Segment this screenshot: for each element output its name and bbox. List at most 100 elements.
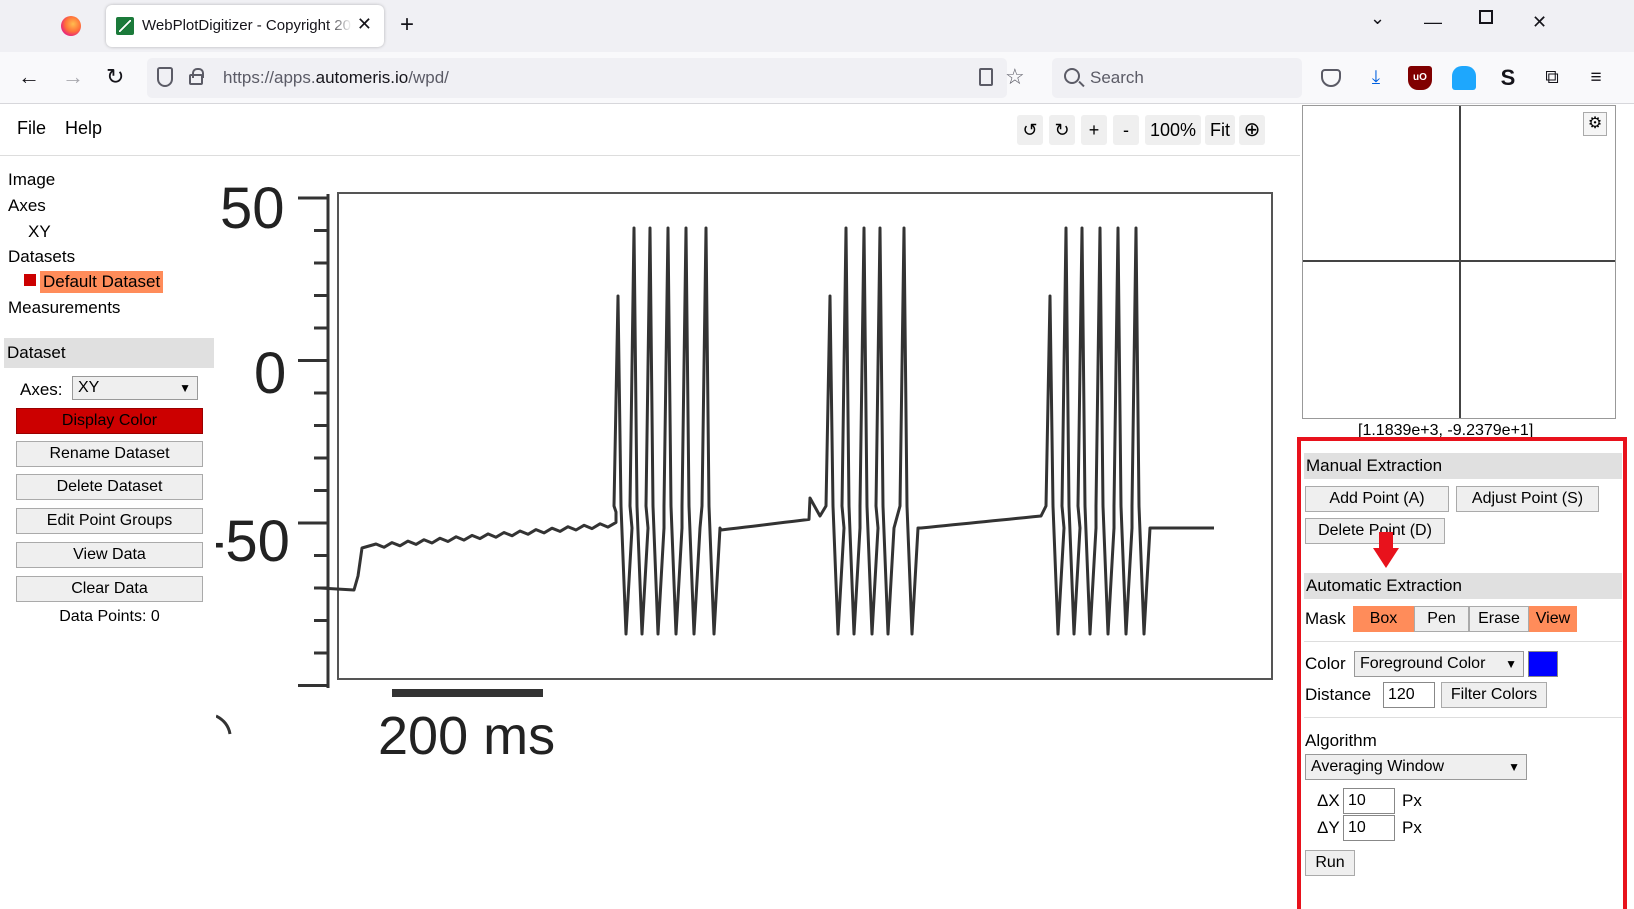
search-placeholder: Search bbox=[1090, 68, 1144, 87]
rotate-right-icon[interactable]: ↻ bbox=[1049, 115, 1075, 145]
zoom-level[interactable]: 100% bbox=[1145, 115, 1201, 145]
tracking-protection-shield-icon[interactable] bbox=[157, 67, 173, 87]
rotate-left-icon[interactable]: ↺ bbox=[1017, 115, 1043, 145]
reload-icon[interactable]: ↻ bbox=[106, 65, 124, 89]
dy-label: ΔY bbox=[1317, 818, 1340, 837]
digitized-plot-image[interactable]: 50 0 -50 200 ms bbox=[216, 156, 1294, 876]
algorithm-value: Averaging Window bbox=[1311, 758, 1445, 775]
divider bbox=[1304, 717, 1622, 718]
display-color-button[interactable]: Display Color bbox=[16, 408, 203, 434]
url-domain: automeris.io bbox=[315, 68, 409, 87]
divider bbox=[1304, 641, 1622, 642]
hamburger-menu-icon[interactable]: ≡ bbox=[1584, 66, 1608, 90]
dx-unit: Px bbox=[1402, 791, 1422, 810]
dataset-panel-header: Dataset bbox=[4, 338, 214, 368]
tab-close-icon[interactable]: ✕ bbox=[357, 14, 372, 35]
browser-tab-strip: WebPlotDigitizer - Copyright 2022 Ankit … bbox=[0, 0, 1634, 52]
url-text[interactable]: https://apps.automeris.io/wpd/ bbox=[223, 68, 449, 88]
chevron-down-icon: ▼ bbox=[1508, 760, 1520, 774]
dx-input[interactable]: 10 bbox=[1343, 788, 1395, 814]
minimize-window-icon[interactable]: — bbox=[1424, 12, 1442, 33]
run-button[interactable]: Run bbox=[1305, 850, 1355, 876]
axes-select[interactable]: XY ▼ bbox=[72, 376, 198, 400]
url-prefix: https://apps. bbox=[223, 68, 316, 87]
tree-item-measurements[interactable]: Measurements bbox=[8, 297, 120, 319]
close-window-icon[interactable]: ✕ bbox=[1532, 12, 1547, 33]
browser-tab-active[interactable]: WebPlotDigitizer - Copyright 2022 Ankit … bbox=[106, 5, 384, 47]
filter-colors-button[interactable]: Filter Colors bbox=[1441, 682, 1547, 708]
downloads-icon[interactable]: ⤓ bbox=[1364, 66, 1388, 90]
wpd-favicon-icon bbox=[116, 17, 134, 35]
color-picker-swatch[interactable] bbox=[1528, 651, 1558, 677]
crosshair-icon[interactable]: ⊕ bbox=[1239, 115, 1265, 145]
mask-erase-button[interactable]: Erase bbox=[1469, 606, 1529, 632]
data-points-count: Data Points: 0 bbox=[59, 608, 160, 625]
clear-data-button[interactable]: Clear Data bbox=[16, 576, 203, 602]
adjust-point-button[interactable]: Adjust Point (S) bbox=[1456, 486, 1599, 512]
app-menu-bar: File Help ↺ ↻ + - 100% Fit ⊕ bbox=[0, 104, 1300, 156]
automatic-extraction-header: Automatic Extraction bbox=[1304, 573, 1622, 599]
ghostery-icon[interactable] bbox=[1452, 66, 1476, 90]
dataset-color-swatch bbox=[24, 274, 36, 286]
magnifier-view: ⚙ bbox=[1302, 105, 1616, 419]
view-data-button[interactable]: View Data bbox=[16, 542, 203, 568]
tree-item-default-dataset[interactable]: Default Dataset bbox=[40, 271, 164, 293]
mask-label: Mask bbox=[1305, 609, 1346, 628]
s-extension-icon[interactable]: S bbox=[1496, 66, 1520, 90]
magnifier-crosshair-v bbox=[1459, 106, 1461, 418]
wpd-app: File Help ↺ ↻ + - 100% Fit ⊕ Image Axes … bbox=[0, 104, 1634, 909]
tree-item-xy[interactable]: XY bbox=[28, 221, 51, 243]
search-icon bbox=[1064, 68, 1080, 84]
search-bar[interactable]: Search bbox=[1052, 58, 1302, 98]
mask-pen-button[interactable]: Pen bbox=[1414, 606, 1469, 632]
url-bar[interactable]: https://apps.automeris.io/wpd/ ☆ bbox=[147, 58, 1025, 98]
tree-item-axes[interactable]: Axes bbox=[8, 195, 46, 217]
plot-axis-y bbox=[298, 194, 330, 688]
new-tab-button[interactable]: + bbox=[400, 11, 414, 39]
y-tick-label-0: 0 bbox=[254, 341, 286, 406]
axes-label: Axes: bbox=[20, 380, 63, 399]
mask-view-button[interactable]: View bbox=[1529, 606, 1577, 632]
chevron-down-icon: ▼ bbox=[179, 381, 191, 395]
zoom-in-button[interactable]: + bbox=[1081, 115, 1107, 145]
plot-canvas[interactable]: 50 0 -50 200 ms bbox=[216, 156, 1294, 876]
color-label: Color bbox=[1305, 654, 1346, 673]
back-arrow-icon[interactable]: ← bbox=[18, 65, 40, 89]
file-menu[interactable]: File bbox=[17, 118, 46, 139]
settings-gear-icon[interactable]: ⚙ bbox=[1583, 112, 1607, 136]
firefox-logo-icon[interactable] bbox=[61, 16, 81, 36]
reader-view-icon[interactable] bbox=[979, 68, 993, 86]
dx-label: ΔX bbox=[1317, 791, 1340, 810]
tab-title: WebPlotDigitizer - Copyright 2022 Ankit … bbox=[142, 17, 352, 34]
bookmark-star-icon[interactable]: ☆ bbox=[1005, 64, 1025, 90]
pocket-icon[interactable] bbox=[1321, 69, 1341, 87]
fit-button[interactable]: Fit bbox=[1205, 115, 1235, 145]
algorithm-select[interactable]: Averaging Window ▼ bbox=[1305, 754, 1527, 780]
tree-item-datasets[interactable]: Datasets bbox=[8, 246, 75, 268]
mask-box-button[interactable]: Box bbox=[1353, 606, 1414, 632]
maximize-window-icon[interactable] bbox=[1479, 10, 1493, 24]
tree-item-image[interactable]: Image bbox=[8, 169, 55, 191]
scale-bar-label: 200 ms bbox=[378, 706, 555, 766]
voltage-trace bbox=[319, 226, 1214, 636]
color-mode-select[interactable]: Foreground Color ▼ bbox=[1354, 651, 1524, 677]
chevron-down-icon: ▼ bbox=[1505, 657, 1517, 671]
rename-dataset-button[interactable]: Rename Dataset bbox=[16, 441, 203, 467]
edit-point-groups-button[interactable]: Edit Point Groups bbox=[16, 508, 203, 534]
distance-input[interactable]: 120 bbox=[1383, 682, 1435, 708]
help-menu[interactable]: Help bbox=[65, 118, 102, 139]
axes-select-value: XY bbox=[78, 379, 100, 396]
ublock-origin-icon[interactable]: uO bbox=[1408, 66, 1432, 90]
add-point-button[interactable]: Add Point (A) bbox=[1305, 486, 1449, 512]
delete-dataset-button[interactable]: Delete Dataset bbox=[16, 474, 203, 500]
zoom-out-button[interactable]: - bbox=[1113, 115, 1139, 145]
dy-input[interactable]: 10 bbox=[1343, 815, 1395, 841]
extensions-puzzle-icon[interactable]: ⧉ bbox=[1540, 66, 1564, 90]
forward-arrow-icon[interactable]: → bbox=[62, 65, 84, 89]
lock-icon[interactable] bbox=[189, 68, 204, 85]
image-edge-fragment bbox=[216, 714, 232, 735]
list-all-tabs-chevron-icon[interactable]: ⌄ bbox=[1370, 8, 1385, 29]
manual-extraction-header: Manual Extraction bbox=[1304, 453, 1622, 479]
color-mode-value: Foreground Color bbox=[1360, 655, 1486, 672]
red-arrow-annotation-icon bbox=[1373, 532, 1399, 572]
